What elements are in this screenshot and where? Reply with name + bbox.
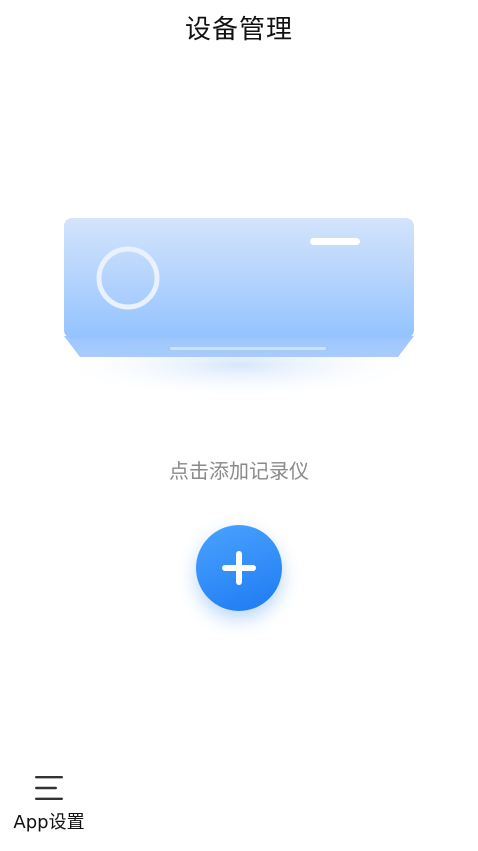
page-title: 设备管理 [184,15,293,45]
app-settings-nav[interactable]: App设置 [8,770,90,836]
menu-icon [35,776,63,800]
air-conditioner-illustration [48,200,430,410]
empty-state-hint: 点击添加记录仪 [169,459,309,483]
add-recorder-button[interactable] [196,525,282,611]
app-settings-label: App设置 [13,812,85,833]
plus-icon [222,551,256,585]
